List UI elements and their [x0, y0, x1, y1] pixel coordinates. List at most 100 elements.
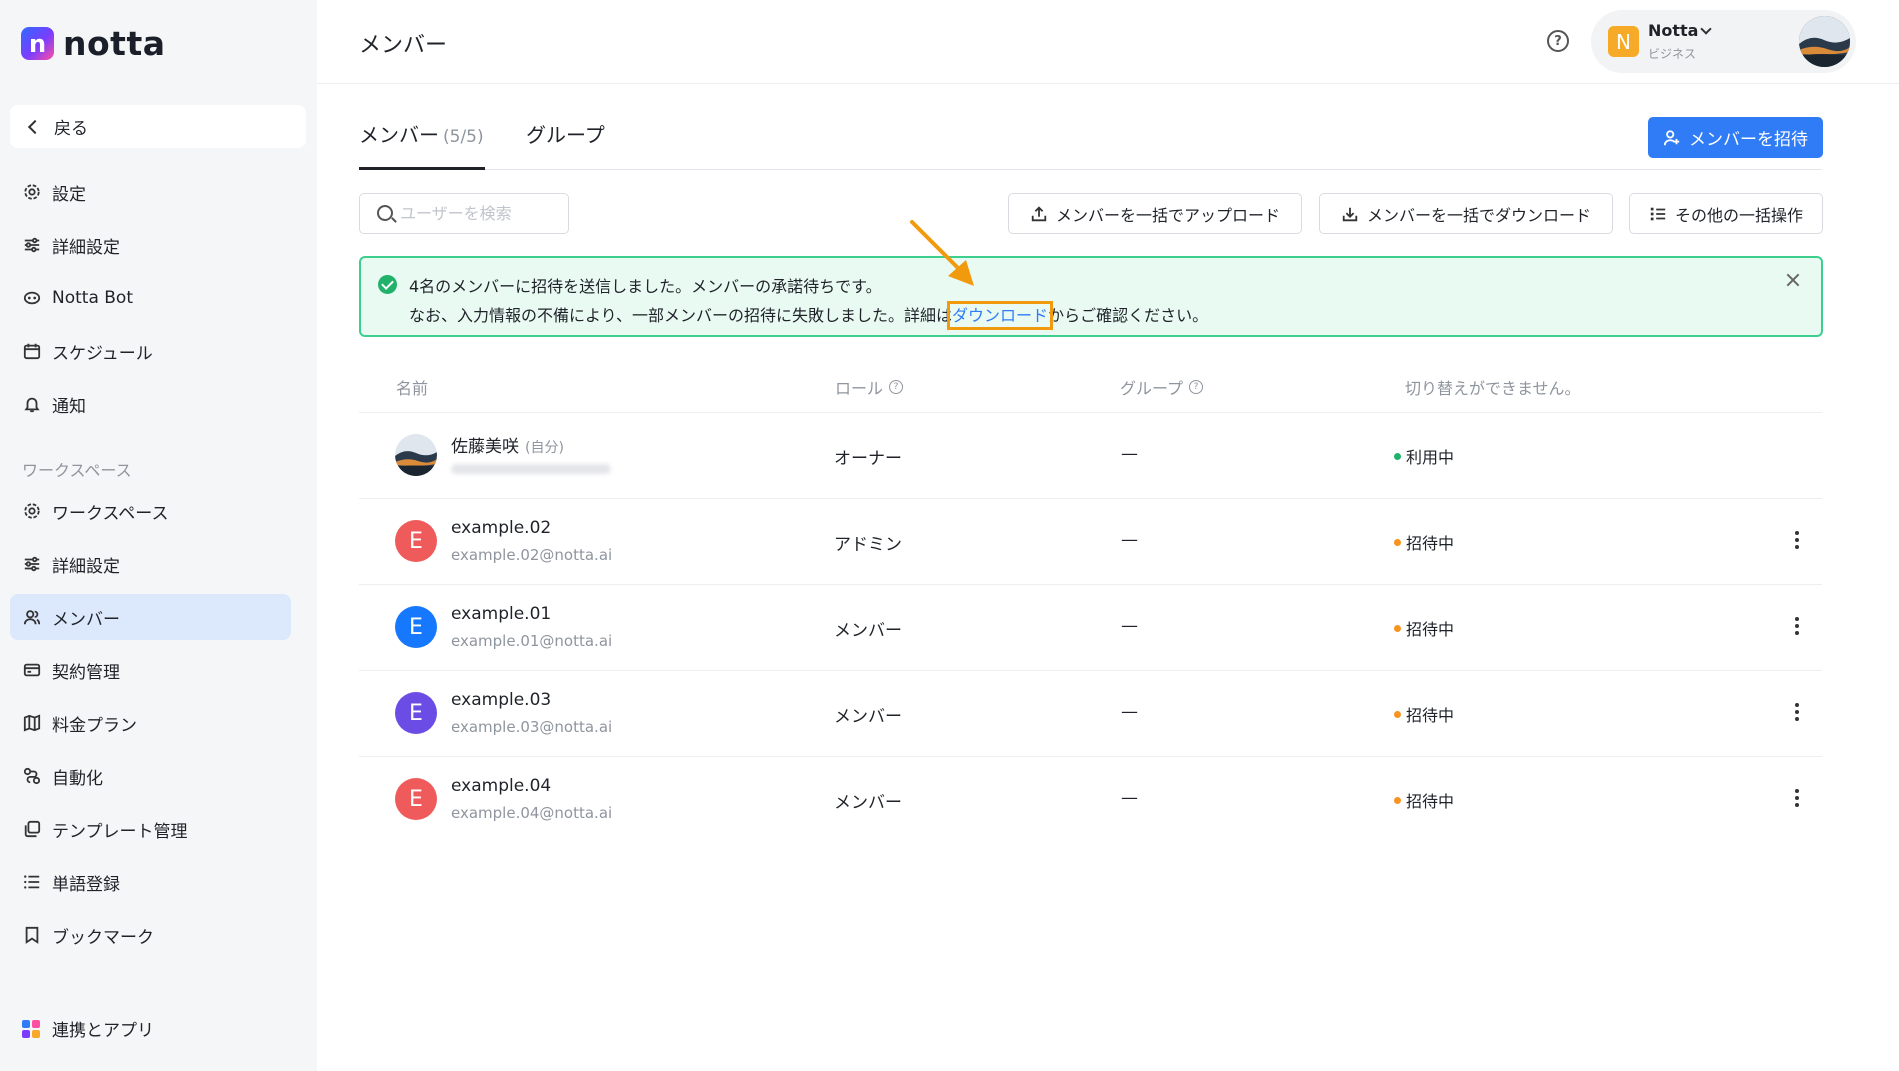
notta-logo[interactable]: n notta: [21, 24, 165, 63]
billing-icon: [22, 660, 42, 680]
member-role: メンバー: [834, 793, 902, 813]
member-name: 佐藤美咲 (自分): [451, 432, 564, 457]
sidebar-item-label: Notta Bot: [52, 288, 133, 308]
sidebar-item-settings[interactable]: 設定: [10, 169, 291, 215]
sidebar-item-label: 単語登録: [52, 874, 120, 895]
status-text: 招待中: [1406, 534, 1455, 553]
status-badge: 招待中: [1394, 702, 1454, 726]
invite-member-button[interactable]: メンバーを招待: [1648, 117, 1823, 158]
sidebar-item-contract[interactable]: 契約管理: [10, 647, 291, 693]
check-circle-icon: [378, 275, 397, 294]
sidebar-item-label: ブックマーク: [52, 927, 154, 948]
sidebar-item-pricing[interactable]: 料金プラン: [10, 700, 291, 746]
page-title: メンバー: [359, 33, 448, 58]
success-alert: 4名のメンバーに招待を送信しました。メンバーの承諾待ちです。 なお、入力情報の不…: [359, 256, 1823, 337]
close-icon[interactable]: [1785, 272, 1801, 288]
sidebar-item-workspace[interactable]: ワークスペース: [10, 488, 291, 534]
annotation-arrow-icon: [910, 220, 974, 286]
column-header-group: グループ?: [1120, 375, 1204, 399]
member-name: example.01: [451, 604, 552, 624]
account-switcher[interactable]: N Notta ビジネス: [1591, 10, 1856, 73]
column-header-role: ロール?: [835, 375, 904, 399]
map-icon: [22, 713, 42, 733]
tab-members[interactable]: メンバー (5/5): [359, 119, 484, 148]
member-name: example.03: [451, 690, 552, 710]
status-text: 利用中: [1406, 448, 1455, 467]
chevron-down-icon: [1700, 23, 1712, 35]
bookmark-icon: [22, 925, 42, 945]
table-row[interactable]: 佐藤美咲 (自分) オーナー — 利用中: [359, 412, 1822, 498]
status-dot-icon: [1394, 624, 1401, 632]
table-row[interactable]: E example.02 example.02@notta.ai アドミン — …: [359, 498, 1822, 584]
tabs-divider: [359, 169, 1822, 170]
search-icon: [377, 205, 393, 221]
notta-logo-icon: n: [21, 27, 54, 60]
sidebar-item-bookmarks[interactable]: ブックマーク: [10, 912, 291, 958]
alert-message: 4名のメンバーに招待を送信しました。メンバーの承諾待ちです。: [409, 277, 882, 296]
more-options-icon[interactable]: [1789, 786, 1805, 810]
member-group: —: [1121, 616, 1138, 636]
template-icon: [22, 819, 42, 839]
table-row[interactable]: E example.04 example.04@notta.ai メンバー — …: [359, 756, 1822, 842]
table-row[interactable]: E example.01 example.01@notta.ai メンバー — …: [359, 584, 1822, 670]
tab-groups[interactable]: グループ: [526, 119, 605, 148]
tab-members-label: メンバー: [359, 123, 439, 147]
sidebar: n notta 戻る 設定 詳細設定 Notta Bot スケジュール 通知 ワ…: [0, 0, 317, 1071]
other-bulk-actions-button[interactable]: その他の一括操作: [1629, 193, 1823, 234]
sliders-icon: [22, 554, 42, 574]
member-name-text: 佐藤美咲: [451, 437, 519, 457]
help-icon[interactable]: ?: [1547, 30, 1569, 52]
member-email: example.02@notta.ai: [451, 546, 613, 564]
sidebar-item-label: テンプレート管理: [52, 821, 188, 842]
tab-members-count: (5/5): [443, 127, 484, 147]
bulk-upload-button[interactable]: メンバーを一括でアップロード: [1008, 193, 1302, 234]
status-badge: 招待中: [1394, 530, 1454, 554]
member-email: example.01@notta.ai: [451, 632, 613, 650]
user-avatar[interactable]: [1799, 16, 1850, 67]
upload-icon: [1030, 205, 1048, 223]
account-name: Notta: [1648, 21, 1699, 40]
bulk-download-button[interactable]: メンバーを一括でダウンロード: [1319, 193, 1613, 234]
sidebar-item-advanced[interactable]: 詳細設定: [10, 222, 291, 268]
sidebar-item-workspace-advanced[interactable]: 詳細設定: [10, 541, 291, 587]
sidebar-item-label: スケジュール: [52, 343, 153, 364]
sidebar-item-label: 料金プラン: [52, 715, 137, 736]
bulk-download-label: メンバーを一括でダウンロード: [1366, 205, 1591, 225]
automation-icon: [22, 766, 42, 786]
sidebar-item-schedule[interactable]: スケジュール: [10, 328, 291, 374]
member-group: —: [1121, 530, 1138, 550]
sidebar-item-notifications[interactable]: 通知: [10, 381, 291, 427]
more-options-icon[interactable]: [1789, 614, 1805, 638]
status-badge: 招待中: [1394, 616, 1454, 640]
sidebar-item-dictionary[interactable]: 単語登録: [10, 859, 291, 905]
active-tab-indicator: [359, 167, 485, 170]
table-row[interactable]: E example.03 example.03@notta.ai メンバー — …: [359, 670, 1822, 756]
status-badge: 利用中: [1394, 444, 1454, 468]
sliders-icon: [22, 235, 42, 255]
more-options-icon[interactable]: [1789, 528, 1805, 552]
status-text: 招待中: [1406, 792, 1455, 811]
back-button[interactable]: 戻る: [10, 105, 306, 148]
more-options-icon[interactable]: [1789, 700, 1805, 724]
alert-detail-pre: なお、入力情報の不備により、一部メンバーの招待に失敗しました。詳細は: [409, 306, 953, 325]
integrations-link[interactable]: 連携とアプリ: [22, 1016, 154, 1041]
column-header-status: 切り替えができません。: [1405, 375, 1581, 399]
sidebar-item-automation[interactable]: 自動化: [10, 753, 291, 799]
sidebar-item-label: 契約管理: [52, 662, 120, 683]
member-group: —: [1121, 444, 1138, 464]
help-icon[interactable]: ?: [889, 380, 904, 394]
bulk-upload-label: メンバーを一括でアップロード: [1055, 205, 1280, 225]
bulk-actions-icon: [1649, 205, 1667, 223]
sidebar-item-templates[interactable]: テンプレート管理: [10, 806, 291, 852]
sidebar-item-members[interactable]: メンバー: [10, 594, 291, 640]
help-icon[interactable]: ?: [1189, 380, 1204, 394]
sidebar-item-notta-bot[interactable]: Notta Bot: [10, 275, 291, 321]
avatar: E: [395, 520, 437, 562]
bell-icon: [22, 394, 42, 414]
member-role: オーナー: [834, 449, 902, 469]
download-failure-link[interactable]: ダウンロード: [947, 301, 1054, 330]
avatar: [395, 434, 437, 476]
invite-label: メンバーを招待: [1689, 130, 1808, 150]
header-divider: [317, 83, 1899, 84]
column-header-status-label: 切り替えができません。: [1405, 379, 1581, 398]
